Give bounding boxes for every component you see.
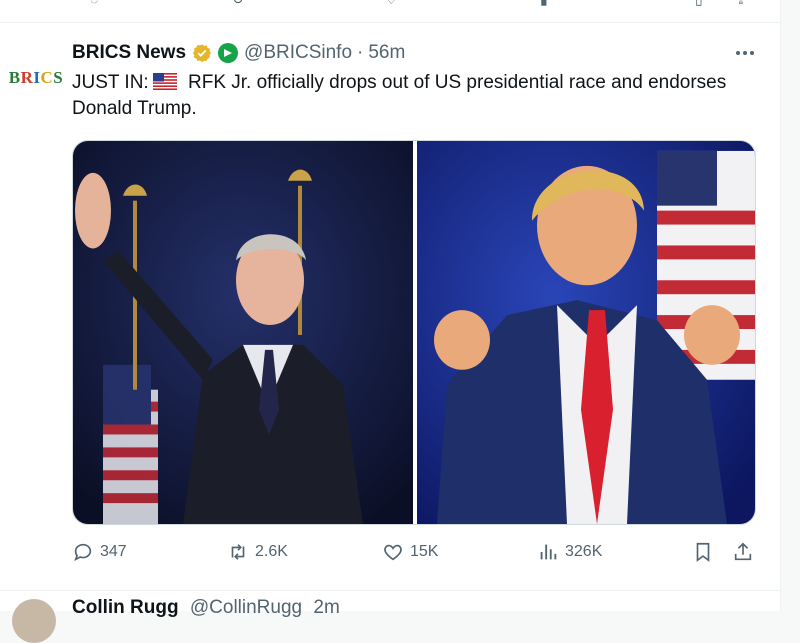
views-button[interactable]: 326K — [537, 541, 602, 563]
like-icon — [384, 544, 402, 561]
views-icon — [540, 544, 557, 560]
handle[interactable]: @BRICSinfo — [244, 42, 352, 64]
repost-button[interactable]: 2.6K — [227, 541, 288, 563]
next-time[interactable]: 2m — [313, 597, 339, 618]
reply-icon[interactable]: ◌ — [90, 0, 106, 7]
avatar-letter: I — [33, 68, 41, 87]
views-icon[interactable]: ▮ — [540, 0, 556, 7]
avatar-letter: B — [8, 68, 21, 87]
display-name[interactable]: BRICS News — [72, 42, 186, 64]
like-button[interactable]: 15K — [382, 541, 438, 563]
bookmark-button[interactable] — [692, 541, 720, 563]
avatar[interactable] — [12, 599, 56, 643]
view-count: 326K — [565, 543, 603, 560]
avatar[interactable]: BRICS — [8, 50, 64, 106]
display-name[interactable]: Collin Rugg @CollinRugg 2m — [72, 597, 340, 619]
bookmark-icon[interactable]: ▯ — [695, 0, 711, 7]
reply-button[interactable]: 347 — [72, 541, 127, 563]
repost-count: 2.6K — [255, 543, 288, 560]
share-icon — [734, 542, 752, 561]
avatar-letter: S — [53, 68, 64, 87]
us-flag-icon — [152, 73, 177, 90]
bookmark-icon — [696, 542, 710, 562]
avatar-letter: R — [20, 68, 34, 87]
more-icon[interactable] — [734, 43, 756, 63]
share-icon[interactable]: ⇪ — [735, 0, 751, 7]
next-handle[interactable]: @CollinRugg — [190, 597, 302, 618]
tweet-text: JUST IN: RFK Jr. officially drops out of… — [72, 70, 772, 122]
previous-tweet-actions: ◌ ↻ ♡ ▮ ▯ ⇪ — [0, 0, 780, 23]
share-button[interactable] — [732, 541, 760, 563]
like-icon[interactable]: ♡ — [385, 0, 401, 7]
verified-gold-icon[interactable] — [192, 43, 212, 63]
tweet[interactable]: BRICS BRICS News @BRICSinfo · 56m JUST I… — [0, 23, 780, 583]
separator: · — [357, 42, 364, 63]
timeline: ◌ ↻ ♡ ▮ ▯ ⇪ BRICS BRICS News @BRICSinfo … — [0, 0, 781, 643]
like-count: 15K — [410, 543, 439, 560]
affiliate-badge-icon[interactable] — [218, 43, 239, 63]
reply-count: 347 — [100, 543, 127, 560]
tweet-actions: 347 2.6K 15K 326K — [72, 541, 762, 567]
tweet-header: BRICS News @BRICSinfo · 56m — [72, 41, 405, 65]
avatar-letter: C — [40, 68, 54, 87]
reply-icon — [74, 543, 92, 562]
timestamp[interactable]: 56m — [368, 42, 405, 64]
avatar-logo-text: BRICS — [9, 68, 64, 88]
next-display-name[interactable]: Collin Rugg — [72, 597, 179, 618]
photo-right[interactable] — [417, 141, 756, 524]
repost-icon — [231, 544, 245, 560]
photo-left[interactable] — [73, 141, 413, 524]
text-prefix: JUST IN: — [72, 72, 149, 93]
next-tweet[interactable]: Collin Rugg @CollinRugg 2m — [0, 590, 780, 643]
repost-icon[interactable]: ↻ — [232, 0, 248, 7]
media-grid[interactable] — [72, 140, 756, 525]
